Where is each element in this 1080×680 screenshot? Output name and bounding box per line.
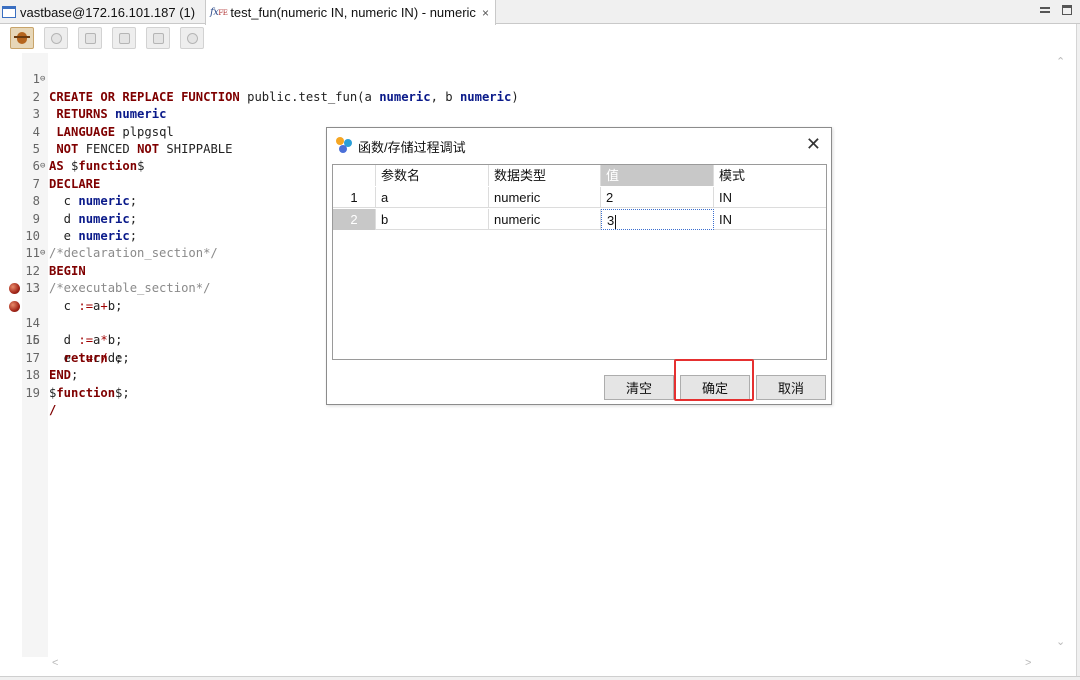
code-line: 3 LANGUAGE plpgsql <box>32 107 174 139</box>
row-number: 1 <box>333 187 376 208</box>
window-icon <box>2 6 16 18</box>
param-name-cell: b <box>376 209 489 230</box>
close-tab-icon[interactable]: × <box>482 6 489 20</box>
step-over-icon <box>118 32 130 44</box>
param-type-cell: numeric <box>489 209 601 230</box>
tab-connection[interactable]: vastbase@172.16.101.187 (1) <box>0 0 201 24</box>
window-border <box>1076 24 1080 680</box>
debug-button[interactable] <box>10 27 34 49</box>
cancel-button[interactable]: 取消 <box>756 375 826 400</box>
horizontal-scrollbar[interactable]: < > <box>22 656 1038 674</box>
continue-button[interactable] <box>44 27 68 49</box>
step-over-button[interactable] <box>112 27 136 49</box>
close-icon[interactable]: ✕ <box>806 134 821 155</box>
code-line: 2 RETURNS numeric <box>32 89 167 122</box>
dialog-title: 函数/存储过程调试 <box>358 140 466 155</box>
tab-connection-label: vastbase@172.16.101.187 (1) <box>20 4 196 20</box>
param-type-cell: numeric <box>489 187 601 208</box>
column-header-value[interactable]: 值 <box>601 165 714 186</box>
text-caret <box>615 214 617 229</box>
function-icon: fxFE <box>210 7 228 18</box>
param-name-cell: a <box>376 187 489 208</box>
minimize-icon[interactable] <box>1040 7 1050 13</box>
step-return-button[interactable] <box>146 27 170 49</box>
step-into-button[interactable] <box>78 27 102 49</box>
table-row[interactable]: 2 b numeric 3 IN <box>333 209 826 230</box>
ok-button[interactable]: 确定 <box>680 375 750 400</box>
code-line: 4 NOT FENCED NOT SHIPPABLE <box>32 124 233 156</box>
dialog-title-bar: 函数/存储过程调试 ✕ <box>327 128 831 162</box>
editor-tab-bar: vastbase@172.16.101.187 (1) fxFE test_fu… <box>0 0 1080 25</box>
breakpoint-icon[interactable] <box>9 283 20 295</box>
code-line: 1 ⊖ CREATE OR REPLACE FUNCTION public.tes… <box>32 72 519 104</box>
parameters-table: 参数名 数据类型 值 模式 1 a numeric 2 IN 2 b numer… <box>332 164 827 360</box>
terminate-icon <box>186 32 198 44</box>
column-header-mode[interactable]: 模式 <box>714 165 826 186</box>
clear-button[interactable]: 清空 <box>604 375 674 400</box>
window-border <box>0 676 1080 680</box>
scroll-down-icon[interactable]: ⌄ <box>1056 635 1065 648</box>
tab-function-label: test_fun(numeric IN, numeric IN) - numer… <box>230 5 476 20</box>
row-number-header <box>333 165 376 186</box>
tab-function[interactable]: fxFE test_fun(numeric IN, numeric IN) - … <box>205 0 496 25</box>
table-row[interactable]: 1 a numeric 2 IN <box>333 187 826 208</box>
scroll-up-icon[interactable]: ⌃ <box>1056 55 1065 68</box>
column-header-type[interactable]: 数据类型 <box>489 165 601 186</box>
app-logo-icon <box>336 137 352 153</box>
scroll-left-icon[interactable]: < <box>52 657 58 669</box>
window-controls <box>1040 4 1072 15</box>
param-mode-cell: IN <box>719 190 732 205</box>
continue-icon <box>50 32 62 44</box>
column-header-name[interactable]: 参数名 <box>376 165 489 186</box>
debug-parameters-dialog: 函数/存储过程调试 ✕ 参数名 数据类型 值 模式 1 a numeric 2 … <box>326 127 832 405</box>
breakpoint-icon[interactable] <box>9 300 20 312</box>
param-mode-cell: IN <box>719 212 732 227</box>
step-return-icon <box>152 32 164 44</box>
bug-icon <box>14 32 30 44</box>
param-value-cell[interactable]: 2 <box>601 187 714 208</box>
scroll-right-icon[interactable]: > <box>1025 657 1031 669</box>
maximize-icon[interactable] <box>1062 5 1072 15</box>
terminate-button[interactable] <box>180 27 204 49</box>
table-header: 参数名 数据类型 值 模式 <box>333 165 826 186</box>
row-number: 2 <box>333 209 376 230</box>
debug-toolbar <box>10 25 204 51</box>
step-into-icon <box>84 32 96 44</box>
param-value-input[interactable]: 3 <box>601 209 714 230</box>
